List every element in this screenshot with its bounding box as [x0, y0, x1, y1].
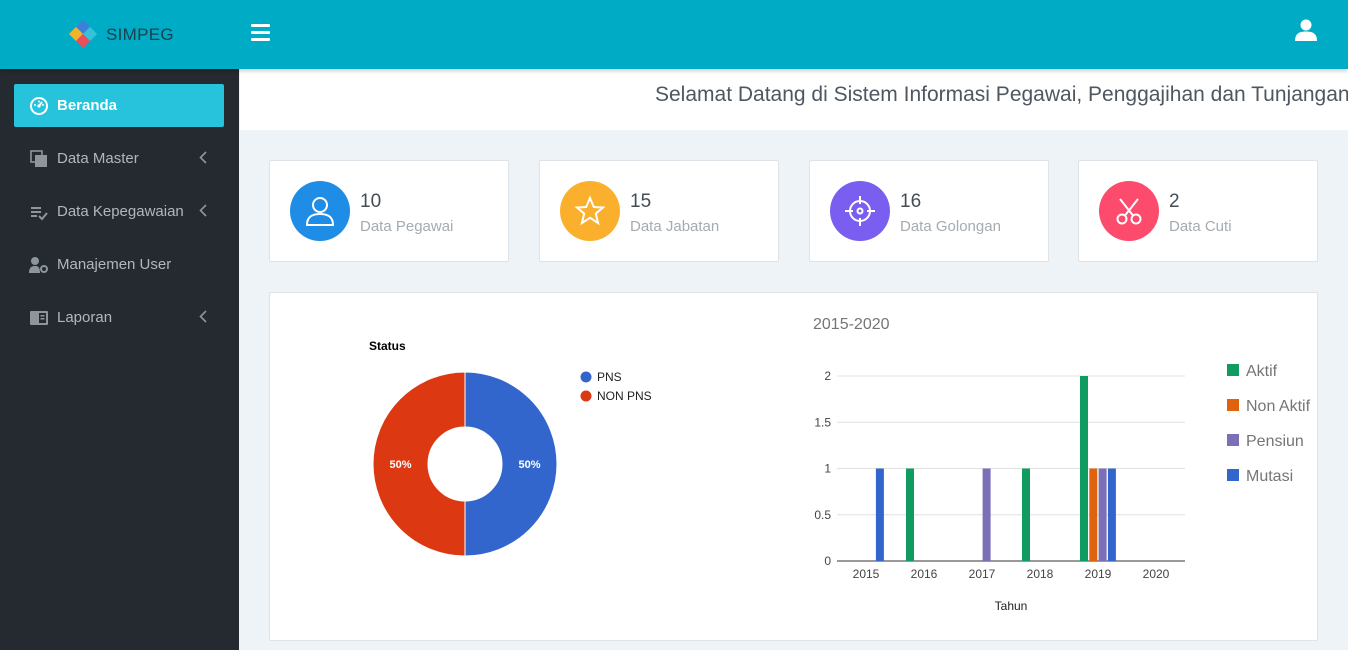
stat-count: 16 [900, 191, 922, 212]
chart-panel: Status 50% 50% PNS NON PNS 2015-2020 0 0.5 1 1.5… [269, 292, 1318, 641]
chevron-left-icon [199, 151, 207, 168]
legend-marker [580, 371, 592, 383]
stat-card-data-golongan[interactable]: 16 Data Golongan [809, 160, 1049, 262]
sidebar-item-manajemen-user[interactable]: Manajemen User [14, 243, 224, 286]
bar-mutasi-2019[interactable] [1107, 468, 1116, 562]
copy-icon [29, 149, 49, 169]
menu-toggle-icon[interactable] [251, 24, 270, 45]
stat-count: 10 [360, 191, 382, 212]
y-tick-label: 2 [824, 369, 831, 383]
top-navbar: SIMPEG [0, 0, 1348, 69]
user-icon [290, 181, 350, 241]
chevron-left-icon [199, 310, 207, 327]
welcome-text: Selamat Datang di Sistem Informasi Pegaw… [655, 83, 1348, 106]
sidebar-item-data-master[interactable]: Data Master [14, 137, 224, 180]
pie-slice-non-pns[interactable] [372, 371, 466, 557]
stat-label: Data Cuti [1169, 218, 1232, 235]
legend-marker [1227, 434, 1239, 446]
y-tick-label: 0.5 [814, 508, 831, 522]
x-axis-label: Tahun [995, 599, 1028, 613]
book-icon [29, 308, 49, 328]
app-name: SIMPEG [106, 25, 174, 44]
pie-slice-pns[interactable] [464, 371, 558, 557]
x-tick-label: 2018 [1027, 567, 1054, 581]
legend-label-pns: PNS [597, 370, 622, 384]
stat-count: 2 [1169, 191, 1180, 212]
sidebar-item-laporan[interactable]: Laporan [14, 296, 224, 339]
stat-label: Data Jabatan [630, 218, 720, 235]
sidebar-item-label: Data Master [57, 150, 139, 167]
sidebar-item-label: Laporan [57, 309, 113, 326]
status-pie-chart: Status 50% 50% PNS NON PNS [369, 339, 652, 557]
sidebar-item-beranda[interactable]: Beranda [14, 84, 224, 127]
x-tick-label: 2016 [911, 567, 938, 581]
user-menu-icon[interactable] [1294, 18, 1318, 47]
legend-marker [1227, 469, 1239, 481]
bar-non-aktif-2019[interactable] [1089, 468, 1098, 562]
y-tick-label: 0 [824, 554, 831, 568]
legend-label-non-aktif: Non Aktif [1246, 398, 1311, 415]
welcome-banner: Selamat Datang di Sistem Informasi Pegaw… [240, 69, 1348, 130]
sidebar: Beranda Data Master Data Kepegawaian Manaje… [0, 69, 239, 650]
legend-label-mutasi: Mutasi [1246, 468, 1293, 485]
stat-card-data-pegawai[interactable]: 10 Data Pegawai [269, 160, 509, 262]
star-icon [560, 181, 620, 241]
yearly-bar-chart: 2015-2020 0 0.5 1 1.5 2 2015 2016 2017 2018 2019 20… [813, 316, 1311, 613]
sidebar-item-label: Data Kepegawaian [57, 203, 184, 220]
brand[interactable]: SIMPEG [66, 20, 174, 50]
bar-pensiun-2017[interactable] [982, 468, 991, 562]
pie-title: Status [369, 339, 406, 353]
logo-icon [68, 20, 98, 49]
pie-slice-label: 50% [518, 459, 540, 471]
stat-card-data-jabatan[interactable]: 15 Data Jabatan [539, 160, 779, 262]
sidebar-item-data-kepegawaian[interactable]: Data Kepegawaian [14, 190, 224, 233]
y-tick-label: 1.5 [814, 415, 831, 429]
bar-mutasi-2015[interactable] [875, 468, 884, 562]
bar-chart-title: 2015-2020 [813, 316, 890, 333]
stat-count: 15 [630, 191, 652, 212]
bar-aktif-2018[interactable] [1022, 468, 1030, 562]
x-tick-label: 2017 [969, 567, 996, 581]
x-tick-label: 2020 [1143, 567, 1170, 581]
dashboard-icon [29, 96, 49, 116]
bar-aktif-2019[interactable] [1080, 376, 1088, 561]
legend-marker [1227, 364, 1239, 376]
crosshair-icon [830, 181, 890, 241]
sidebar-item-label: Beranda [57, 97, 118, 114]
bar-pensiun-2019[interactable] [1098, 468, 1107, 562]
legend-marker [1227, 399, 1239, 411]
legend-label-pensiun: Pensiun [1246, 433, 1304, 450]
legend-marker [580, 390, 592, 402]
user-cog-icon [29, 255, 49, 275]
y-tick-label: 1 [824, 462, 831, 476]
legend-label-non-pns: NON PNS [597, 389, 652, 403]
stat-card-data-cuti[interactable]: 2 Data Cuti [1078, 160, 1318, 262]
stat-label: Data Golongan [900, 218, 1001, 235]
legend-label-aktif: Aktif [1246, 363, 1278, 380]
pie-slice-label: 50% [389, 459, 411, 471]
bar-aktif-2016[interactable] [906, 468, 914, 562]
stat-label: Data Pegawai [360, 218, 454, 235]
x-tick-label: 2019 [1085, 567, 1112, 581]
x-tick-label: 2015 [853, 567, 880, 581]
sidebar-item-label: Manajemen User [57, 256, 172, 273]
scissors-icon [1099, 181, 1159, 241]
list-check-icon [29, 202, 49, 222]
chevron-left-icon [199, 204, 207, 221]
